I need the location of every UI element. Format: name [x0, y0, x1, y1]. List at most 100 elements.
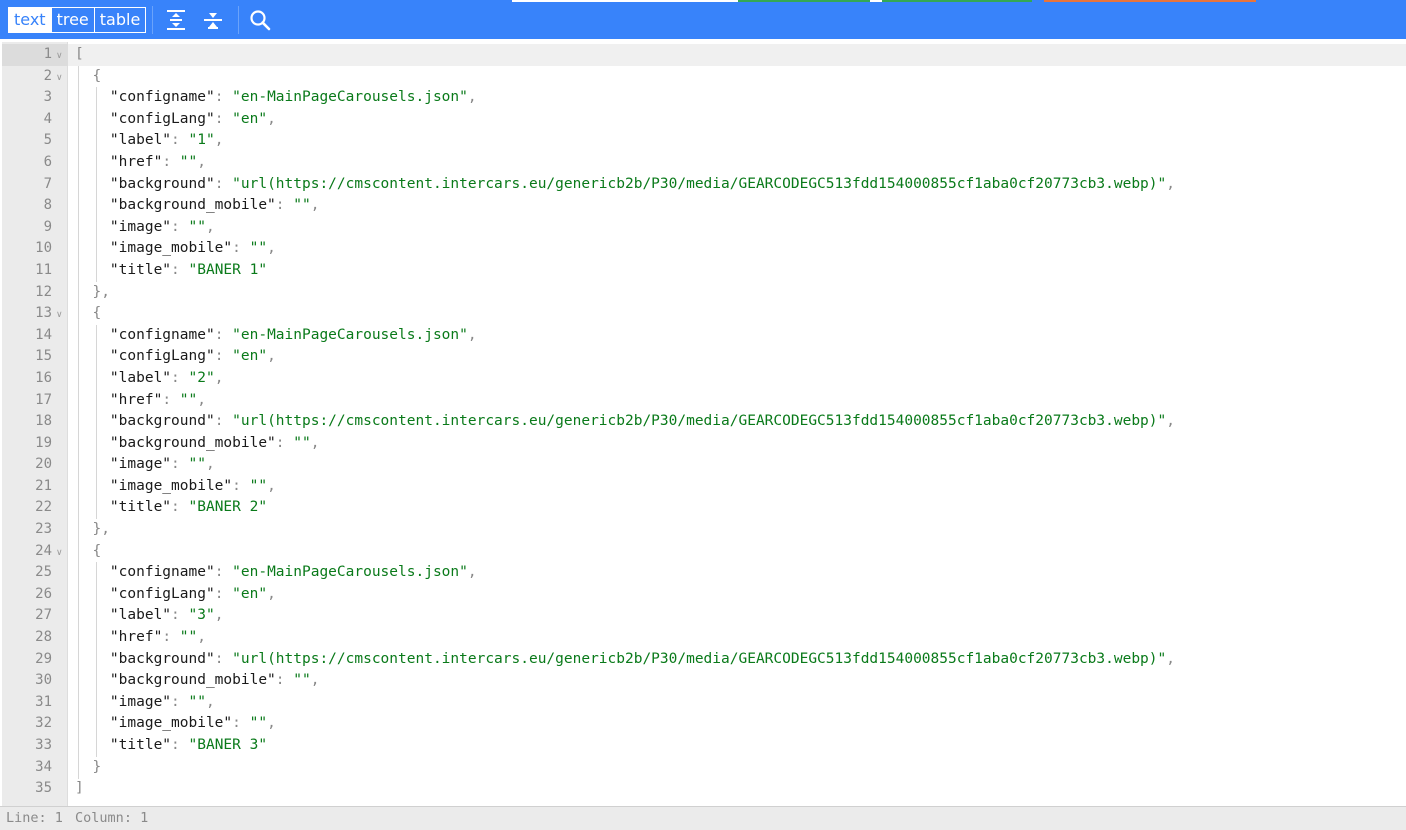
line-number: 3	[43, 89, 52, 106]
code-line: 4 "configLang": "en",	[2, 109, 1406, 131]
code-text: ]	[75, 780, 84, 797]
line-number: 20	[35, 456, 52, 473]
code-line: 28 "href": "",	[2, 627, 1406, 649]
code-text: "href": "",	[109, 153, 206, 170]
code-lines: 1 ∨[2 ∨ {3 "configname": "en-MainPageCarou…	[2, 44, 1406, 800]
code-line: 6 "href": "",	[2, 152, 1406, 174]
code-text: "configname": "en-MainPageCarousels.json…	[109, 564, 477, 581]
code-text: "title": "BANER 1"	[109, 261, 268, 278]
fold-toggle-icon[interactable]: ∨	[56, 50, 63, 62]
line-number: 17	[35, 391, 52, 408]
window-stripe	[870, 0, 882, 2]
code-line: 10 "image_mobile": "",	[2, 238, 1406, 260]
code-line: 8 "background_mobile": "",	[2, 195, 1406, 217]
code-text: "image_mobile": "",	[109, 240, 276, 257]
code-text: "image_mobile": "",	[109, 477, 276, 494]
line-number: 4	[43, 110, 52, 127]
fold-toggle-icon[interactable]: ∨	[56, 72, 63, 84]
line-number: 33	[35, 737, 52, 753]
code-text: "configLang": "en",	[109, 348, 276, 365]
line-number: 25	[35, 564, 52, 581]
code-text: "href": "",	[109, 629, 206, 646]
code-line: 22 "title": "BANER 2"	[2, 497, 1406, 519]
line-number: 10	[35, 240, 52, 257]
code-text: "background_mobile": "",	[109, 197, 320, 214]
line-number: 14	[35, 326, 52, 343]
window-stripe	[882, 0, 1032, 2]
code-line: 24 ∨ {	[2, 541, 1406, 563]
code-line: 31 "image": "",	[2, 692, 1406, 714]
code-line: 23 },	[2, 519, 1406, 541]
line-number: 19	[35, 434, 52, 451]
indent-guide	[96, 562, 97, 757]
code-text: "title": "BANER 3"	[109, 737, 268, 753]
line-number: 24	[35, 542, 52, 559]
collapse-all-icon	[204, 13, 222, 29]
line-number: 16	[35, 369, 52, 386]
code-line: 14 "configname": "en-MainPageCarousels.j…	[2, 325, 1406, 347]
line-number: 11	[35, 261, 52, 278]
mode-text-button[interactable]: text	[9, 8, 52, 32]
line-number: 29	[35, 650, 52, 667]
code-line: 27 "label": "3",	[2, 605, 1406, 627]
code-line: 33 "title": "BANER 3"	[2, 735, 1406, 757]
code-line: 26 "configLang": "en",	[2, 584, 1406, 606]
code-line: 18 "background": "url(https://cmscontent…	[2, 411, 1406, 433]
line-number: 15	[35, 348, 52, 365]
line-number: 21	[35, 477, 52, 494]
code-line: 20 "image": "",	[2, 454, 1406, 476]
cursor-column-label: Column: 1	[75, 810, 149, 826]
search-button[interactable]	[246, 7, 274, 33]
line-number: 2	[43, 67, 52, 84]
line-number: 1	[43, 46, 52, 62]
line-number: 28	[35, 629, 52, 646]
code-text: "label": "3",	[109, 607, 224, 624]
status-bar: Line: 1 Column: 1	[0, 806, 1406, 830]
toolbar-divider	[152, 6, 153, 34]
cursor-line-label: Line: 1	[6, 810, 63, 826]
code-text: "configname": "en-MainPageCarousels.json…	[109, 326, 477, 343]
code-text: },	[92, 283, 110, 300]
code-line: 7 "background": "url(https://cmscontent.…	[2, 174, 1406, 196]
line-number: 32	[35, 715, 52, 732]
code-line: 34 }	[2, 757, 1406, 779]
mode-switcher: text tree table	[8, 7, 147, 33]
fold-toggle-icon[interactable]: ∨	[56, 309, 63, 321]
mode-table-button[interactable]: table	[95, 8, 146, 32]
code-text: "configLang": "en",	[109, 110, 276, 127]
line-number: 23	[35, 521, 52, 538]
line-number: 31	[35, 693, 52, 710]
line-number: 13	[35, 305, 52, 322]
code-line: 11 "title": "BANER 1"	[2, 260, 1406, 282]
line-number: 8	[43, 197, 52, 214]
toolbar: text tree table	[0, 0, 1406, 39]
code-text: "title": "BANER 2"	[109, 499, 268, 516]
code-text: "background_mobile": "",	[109, 434, 320, 451]
code-text: "label": "1",	[109, 132, 224, 149]
code-line: 2 ∨ {	[2, 66, 1406, 88]
format-button[interactable]	[162, 7, 190, 33]
line-number: 9	[43, 218, 52, 235]
code-text: },	[92, 521, 110, 538]
code-text: "background": "url(https://cmscontent.in…	[109, 413, 1175, 430]
fold-toggle-icon[interactable]: ∨	[56, 547, 63, 559]
line-number: 35	[35, 780, 52, 797]
code-text: [	[75, 46, 84, 62]
indent-guide	[78, 66, 79, 779]
indent-guide	[96, 324, 97, 520]
code-line: 1 ∨ [	[2, 44, 1406, 66]
code-text: "configname": "en-MainPageCarousels.json…	[109, 89, 477, 106]
line-number: 26	[35, 585, 52, 602]
code-line: 3 "configname": "en-MainPageCarousels.js…	[2, 87, 1406, 109]
code-line: 16 "label": "2",	[2, 368, 1406, 390]
expand-all-icon	[167, 10, 185, 30]
line-number: 27	[35, 607, 52, 624]
window-stripe	[738, 0, 870, 2]
code-line: 32 "image_mobile": "",	[2, 713, 1406, 735]
code-line: 17 "href": "",	[2, 390, 1406, 412]
code-line: 35]	[2, 778, 1406, 800]
compact-button[interactable]	[199, 7, 227, 33]
code-editor[interactable]: 1 ∨[2 ∨ {3 "configname": "en-MainPageCarou…	[0, 39, 1406, 806]
mode-tree-button[interactable]: tree	[52, 8, 95, 32]
code-line: 19 "background_mobile": "",	[2, 433, 1406, 455]
